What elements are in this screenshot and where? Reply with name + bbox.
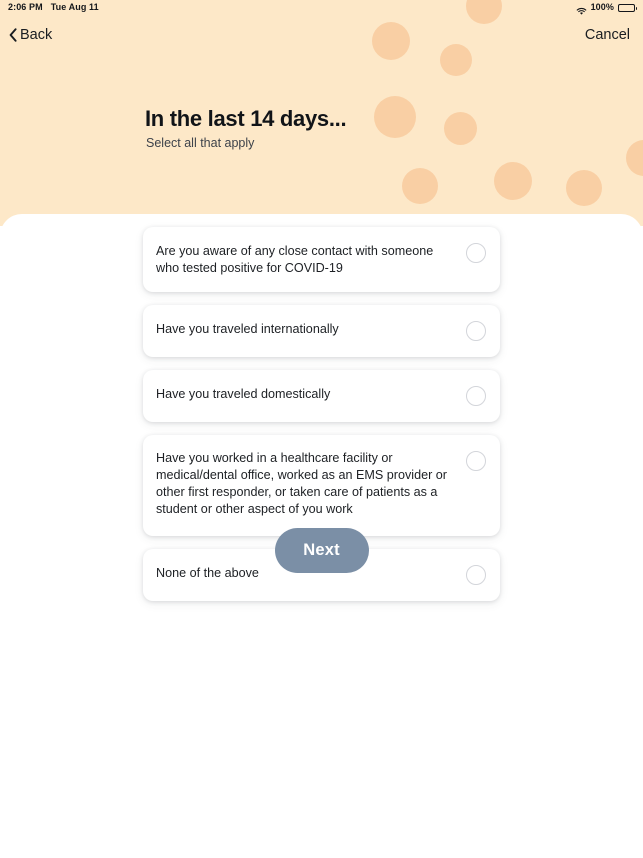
back-button-label: Back bbox=[20, 26, 53, 43]
decorative-circle bbox=[402, 168, 438, 204]
decorative-circle bbox=[374, 96, 416, 138]
status-bar-right: 100% bbox=[576, 2, 637, 15]
footer-actions: Next bbox=[0, 528, 643, 573]
question-radio-circle[interactable] bbox=[466, 243, 486, 263]
question-card[interactable]: Have you traveled domestically bbox=[143, 370, 500, 423]
decorative-circle bbox=[444, 112, 477, 145]
status-time: 2:06 PM bbox=[8, 2, 43, 12]
status-bar: 2:06 PM Tue Aug 11 100% bbox=[0, 0, 643, 15]
cancel-button[interactable]: Cancel bbox=[585, 22, 630, 48]
battery-full-icon bbox=[618, 3, 637, 12]
question-card[interactable]: Have you worked in a healthcare facility… bbox=[143, 435, 500, 537]
question-text: Have you traveled domestically bbox=[156, 387, 331, 402]
decorative-circle bbox=[494, 162, 532, 200]
question-radio-circle[interactable] bbox=[466, 451, 486, 472]
page-title: In the last 14 days... bbox=[145, 106, 347, 131]
next-button[interactable]: Next bbox=[274, 528, 369, 573]
decorative-circle bbox=[440, 44, 472, 76]
navigation-bar: Back Cancel bbox=[0, 22, 643, 48]
page-subtitle: Select all that apply bbox=[146, 136, 255, 151]
question-card[interactable]: Have you traveled internationally bbox=[143, 305, 500, 358]
title-block: In the last 14 days... Select all that a… bbox=[145, 106, 347, 151]
battery-percent-label: 100% bbox=[590, 2, 614, 12]
app-screen: 2:06 PM Tue Aug 11 100% Back Cancel In t… bbox=[0, 0, 643, 858]
question-text: Are you aware of any close contact with … bbox=[156, 244, 434, 275]
question-radio-circle[interactable] bbox=[466, 321, 486, 342]
wifi-icon bbox=[576, 3, 587, 15]
content-sheet: Are you aware of any close contact with … bbox=[0, 214, 643, 858]
question-text: Have you worked in a healthcare facility… bbox=[156, 451, 447, 516]
status-date: Tue Aug 11 bbox=[50, 2, 99, 12]
back-button[interactable]: Back bbox=[9, 22, 52, 48]
question-card[interactable]: Are you aware of any close contact with … bbox=[143, 227, 500, 293]
decorative-circle bbox=[566, 170, 602, 206]
question-text: Have you traveled internationally bbox=[156, 322, 339, 337]
status-bar-left: 2:06 PM Tue Aug 11 bbox=[8, 3, 99, 12]
question-radio-circle[interactable] bbox=[466, 386, 486, 407]
chevron-left-icon bbox=[9, 28, 17, 42]
decorative-circle bbox=[626, 140, 643, 176]
